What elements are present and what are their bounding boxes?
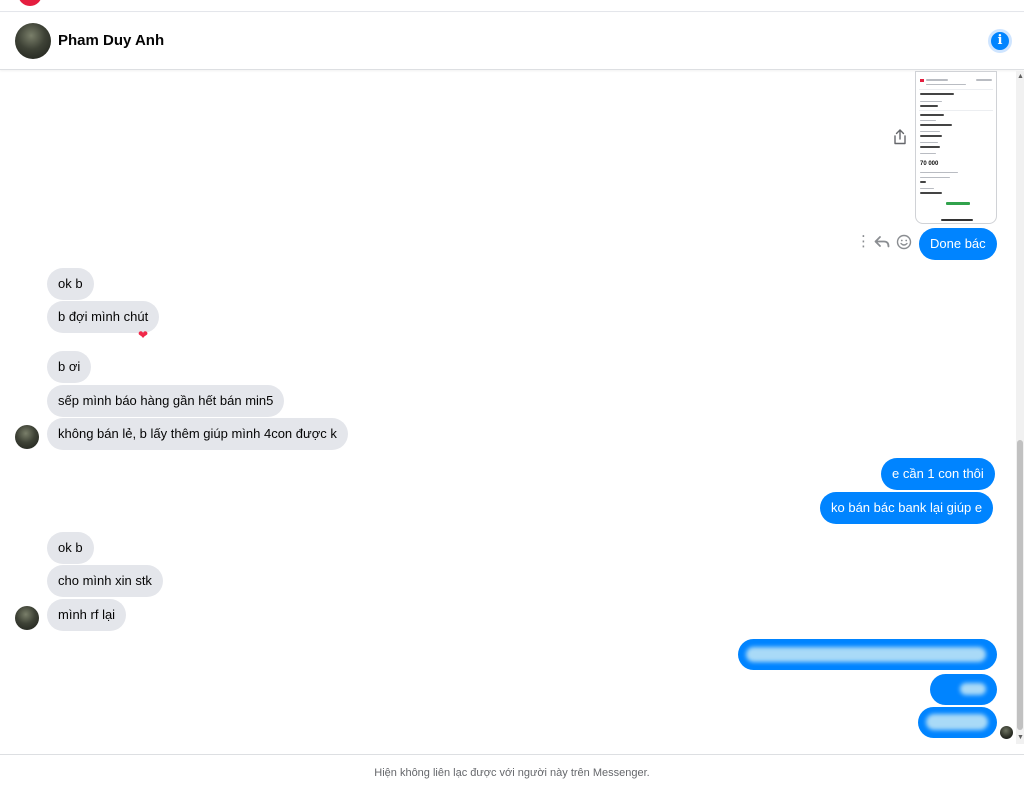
more-options-icon[interactable]: ⋮ xyxy=(856,234,871,249)
incoming-message[interactable]: sếp mình báo hàng gần hết bán min5 xyxy=(47,385,285,417)
outgoing-message[interactable]: e cần 1 con thôi xyxy=(881,458,995,490)
scroll-up-arrow-icon[interactable]: ▲ xyxy=(1017,73,1024,80)
redacted-outgoing-message[interactable] xyxy=(738,639,997,670)
scrollbar-thumb[interactable] xyxy=(1017,440,1023,730)
scroll-down-arrow-icon[interactable]: ▼ xyxy=(1017,734,1024,741)
incoming-message[interactable]: mình rf lại xyxy=(47,599,127,631)
reply-icon[interactable] xyxy=(874,235,890,249)
incoming-message[interactable]: ok b xyxy=(47,532,94,564)
shared-image-amount: 70 000 xyxy=(920,161,939,167)
incoming-message[interactable]: không bán lẻ, b lấy thêm giúp mình 4con … xyxy=(47,418,348,450)
conversation-header: Pham Duy Anh i xyxy=(0,13,1024,70)
success-indicator xyxy=(946,202,970,205)
browser-top-strip xyxy=(0,0,1024,12)
react-emoji-icon[interactable] xyxy=(896,234,912,250)
outgoing-message[interactable]: ko bán bác bank lại giúp e xyxy=(820,492,994,524)
incoming-message[interactable]: cho mình xin stk xyxy=(47,565,163,597)
heart-reaction-icon[interactable]: ❤ xyxy=(138,328,148,342)
contact-name[interactable]: Pham Duy Anh xyxy=(58,32,164,49)
contact-avatar-small xyxy=(15,606,39,630)
contact-avatar[interactable] xyxy=(15,23,51,59)
notification-badge xyxy=(18,0,42,6)
contact-avatar-small xyxy=(15,425,39,449)
app-logo-mark xyxy=(920,79,924,82)
seen-receipt-avatar xyxy=(1000,726,1013,739)
composer-unavailable-bar: Hiện không liên lạc được với người này t… xyxy=(0,754,1024,787)
redacted-outgoing-message[interactable] xyxy=(918,707,997,738)
outgoing-message[interactable]: Done bác xyxy=(919,228,997,260)
shared-image-thumbnail[interactable]: 70 000 xyxy=(915,71,997,224)
incoming-message[interactable]: ok b xyxy=(47,268,94,300)
unavailable-notice: Hiện không liên lạc được với người này t… xyxy=(374,767,650,779)
info-icon[interactable]: i xyxy=(988,29,1012,53)
share-icon[interactable] xyxy=(893,129,907,145)
incoming-message[interactable]: b ơi xyxy=(47,351,92,383)
redacted-outgoing-message[interactable] xyxy=(930,674,997,705)
message-list: 70 000 ⋮ Done bác ok b b đợi mình chút ❤… xyxy=(0,71,1016,754)
